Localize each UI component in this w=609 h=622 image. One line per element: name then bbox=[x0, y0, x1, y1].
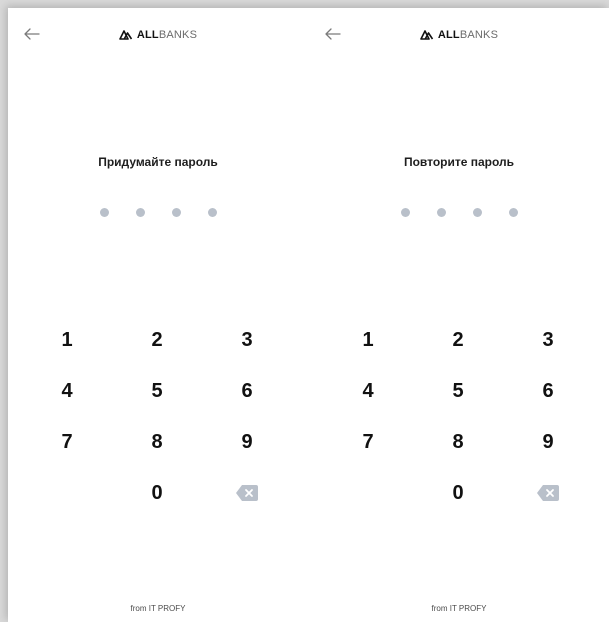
key-4[interactable]: 4 bbox=[22, 371, 112, 411]
backspace-icon bbox=[537, 485, 559, 501]
pin-dot bbox=[436, 208, 446, 217]
allbanks-logo-icon bbox=[420, 30, 434, 40]
brand-name-light: BANKS bbox=[158, 29, 198, 41]
pin-dot bbox=[171, 208, 181, 217]
create-pin-screen: ALL BANKS Придумайте пароль 1 2 3 4 5 6 7… bbox=[8, 8, 308, 622]
numeric-keypad: 1 2 3 4 5 6 7 8 9 0 bbox=[323, 320, 593, 524]
brand-name-bold: ALL bbox=[136, 29, 159, 41]
key-3[interactable]: 3 bbox=[503, 320, 593, 360]
page-title: Придумайте пароль bbox=[98, 155, 218, 169]
app-logo: ALL BANKS bbox=[8, 29, 308, 41]
brand-name-light: BANKS bbox=[459, 29, 499, 41]
key-0[interactable]: 0 bbox=[413, 473, 503, 513]
pin-dot bbox=[99, 208, 109, 217]
allbanks-logo-icon bbox=[119, 30, 133, 40]
brand-name-bold: ALL bbox=[437, 29, 460, 41]
key-3[interactable]: 3 bbox=[202, 320, 292, 360]
key-1[interactable]: 1 bbox=[22, 320, 112, 360]
key-8[interactable]: 8 bbox=[112, 422, 202, 462]
key-empty bbox=[22, 473, 112, 513]
pin-dot bbox=[207, 208, 217, 217]
backspace-icon bbox=[236, 485, 258, 501]
footer-credit: from IT PROFY bbox=[130, 604, 186, 613]
app-logo: ALL BANKS bbox=[309, 29, 609, 41]
key-9[interactable]: 9 bbox=[202, 422, 292, 462]
key-6[interactable]: 6 bbox=[503, 371, 593, 411]
backspace-button[interactable] bbox=[202, 473, 292, 513]
key-7[interactable]: 7 bbox=[22, 422, 112, 462]
repeat-pin-screen: ALL BANKS Повторите пароль 1 2 3 4 5 6 7 … bbox=[309, 8, 609, 622]
pin-dot bbox=[472, 208, 482, 217]
key-empty bbox=[323, 473, 413, 513]
key-1[interactable]: 1 bbox=[323, 320, 413, 360]
pin-dot bbox=[400, 208, 410, 217]
pin-indicator bbox=[309, 208, 609, 217]
page-title: Повторите пароль bbox=[403, 155, 515, 169]
pin-dot bbox=[508, 208, 518, 217]
key-2[interactable]: 2 bbox=[112, 320, 202, 360]
pin-dot bbox=[135, 208, 145, 217]
backspace-button[interactable] bbox=[503, 473, 593, 513]
key-9[interactable]: 9 bbox=[503, 422, 593, 462]
key-5[interactable]: 5 bbox=[413, 371, 503, 411]
key-6[interactable]: 6 bbox=[202, 371, 292, 411]
key-7[interactable]: 7 bbox=[323, 422, 413, 462]
app-frame: ALL BANKS Придумайте пароль 1 2 3 4 5 6 7… bbox=[8, 8, 609, 622]
key-5[interactable]: 5 bbox=[112, 371, 202, 411]
key-4[interactable]: 4 bbox=[323, 371, 413, 411]
key-8[interactable]: 8 bbox=[413, 422, 503, 462]
key-0[interactable]: 0 bbox=[112, 473, 202, 513]
pin-indicator bbox=[8, 208, 308, 217]
numeric-keypad: 1 2 3 4 5 6 7 8 9 0 bbox=[22, 320, 292, 524]
key-2[interactable]: 2 bbox=[413, 320, 503, 360]
footer-credit: from IT PROFY bbox=[431, 604, 487, 613]
